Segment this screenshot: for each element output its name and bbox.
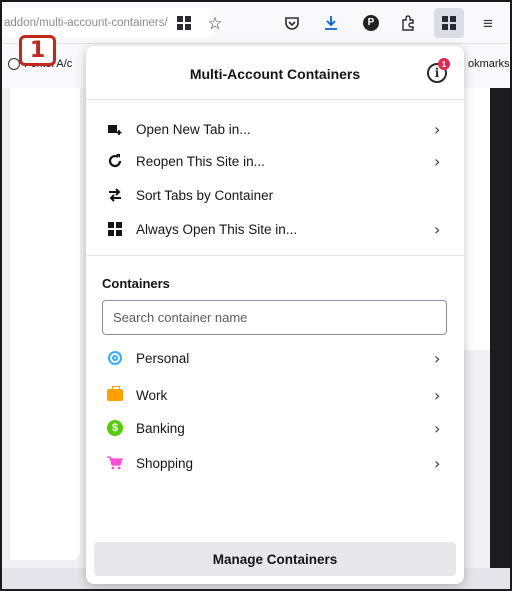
container-item-banking[interactable]: $ Banking › bbox=[86, 411, 464, 445]
account-icon[interactable]: P bbox=[361, 13, 381, 33]
extension-grid-icon[interactable] bbox=[174, 13, 194, 33]
containers-icon[interactable] bbox=[434, 8, 464, 38]
menu-label: Open New Tab in... bbox=[136, 121, 251, 137]
briefcase-icon bbox=[107, 386, 123, 403]
browser-toolbar: addon/multi-account-containers/ ☆ P ≡ bbox=[2, 2, 510, 44]
pocket-icon[interactable] bbox=[282, 13, 302, 33]
container-name: Banking bbox=[136, 420, 185, 436]
star-icon[interactable]: ☆ bbox=[205, 13, 225, 33]
chevron-right-icon: › bbox=[434, 348, 441, 368]
divider bbox=[86, 255, 464, 256]
account-avatar: P bbox=[363, 15, 379, 31]
always-open-item[interactable]: Always Open This Site in... › bbox=[86, 212, 464, 246]
menu-icon[interactable]: ≡ bbox=[478, 13, 498, 33]
container-name: Personal bbox=[136, 350, 190, 366]
container-item-shopping[interactable]: Shopping › bbox=[86, 446, 464, 480]
other-bookmarks[interactable]: okmarks bbox=[468, 58, 510, 70]
fingerprint-icon bbox=[107, 350, 123, 366]
always-open-icon bbox=[105, 219, 125, 239]
page-dark-strip bbox=[490, 88, 510, 589]
chevron-right-icon: › bbox=[434, 119, 441, 139]
notification-badge: 1 bbox=[438, 58, 450, 70]
url-text: addon/multi-account-containers/ bbox=[4, 17, 168, 29]
extensions-icon[interactable] bbox=[398, 13, 418, 33]
containers-popup: Multi-Account Containers i 1 Open New Ta… bbox=[86, 46, 464, 584]
dollar-icon: $ bbox=[107, 420, 123, 436]
cart-icon bbox=[107, 455, 123, 471]
chevron-right-icon: › bbox=[434, 418, 441, 438]
search-container-input[interactable] bbox=[102, 300, 447, 335]
container-name: Shopping bbox=[136, 455, 194, 471]
menu-label: Sort Tabs by Container bbox=[136, 187, 274, 203]
popup-title: Multi-Account Containers bbox=[189, 66, 361, 82]
container-item-work[interactable]: Work › bbox=[86, 378, 464, 412]
container-item-personal[interactable]: Personal › bbox=[86, 341, 464, 375]
open-new-tab-item[interactable]: Open New Tab in... › bbox=[86, 112, 464, 146]
manage-containers-button[interactable]: Manage Containers bbox=[94, 542, 456, 576]
browser-window: addon/multi-account-containers/ ☆ P ≡ Fo… bbox=[0, 0, 512, 591]
sort-tabs-item[interactable]: Sort Tabs by Container bbox=[86, 178, 464, 212]
chevron-right-icon: › bbox=[434, 151, 441, 171]
new-tab-icon bbox=[105, 119, 125, 139]
container-name: Work bbox=[136, 387, 168, 403]
menu-label: Always Open This Site in... bbox=[136, 221, 298, 237]
chevron-right-icon: › bbox=[434, 219, 441, 239]
sort-icon bbox=[105, 185, 125, 205]
chevron-right-icon: › bbox=[434, 453, 441, 473]
reopen-icon bbox=[105, 151, 125, 171]
chevron-right-icon: › bbox=[434, 385, 441, 405]
menu-label: Reopen This Site in... bbox=[136, 153, 265, 169]
step-annotation-badge: 1 bbox=[19, 35, 56, 66]
containers-heading: Containers bbox=[102, 276, 170, 291]
popup-header: Multi-Account Containers i 1 bbox=[86, 46, 464, 100]
page-side-card bbox=[460, 88, 490, 350]
reopen-site-item[interactable]: Reopen This Site in... › bbox=[86, 144, 464, 178]
page-content-card bbox=[10, 88, 80, 560]
download-icon[interactable] bbox=[321, 13, 341, 33]
